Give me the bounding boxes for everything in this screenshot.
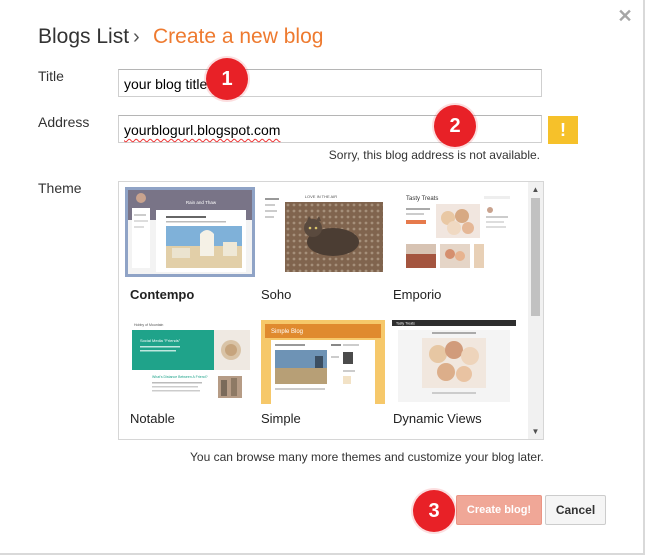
title-input-value: your blog title [124, 76, 208, 92]
simple-preview: Simple Blog [261, 320, 385, 404]
theme-name-simple[interactable]: Simple [261, 411, 301, 426]
contempo-caption: Rain and Thaw [186, 200, 217, 205]
themes-hint: You can browse many more themes and cust… [190, 450, 544, 464]
theme-thumbnail-contempo[interactable]: Rain and Thaw [125, 187, 255, 277]
breadcrumb-blogs-list[interactable]: Blogs List [38, 25, 129, 49]
annotation-marker-3: 3 [413, 490, 455, 532]
dv-title: Tasty Treats [396, 322, 415, 326]
notable-heading: Social Media "Friends" [140, 338, 181, 343]
theme-picker: Rain and Thaw Contempo LOVE IN THE AIR S… [118, 181, 544, 440]
address-error-message: Sorry, this blog address is not availabl… [328, 148, 540, 162]
address-input-value: yourblogurl.blogspot.com [124, 122, 281, 138]
theme-thumbnail-notable[interactable]: Hobby of Mountain Social Media "Friends"… [128, 320, 252, 404]
theme-name-soho[interactable]: Soho [261, 287, 291, 302]
notable-small-title: Hobby of Mountain [134, 323, 163, 327]
emporio-preview: Tasty Treats [392, 190, 516, 274]
theme-name-dynamic-views[interactable]: Dynamic Views [393, 411, 482, 426]
annotation-marker-1: 1 [206, 58, 248, 100]
create-blog-button[interactable]: Create blog! [456, 495, 542, 525]
cancel-button[interactable]: Cancel [545, 495, 606, 525]
title-input[interactable]: your blog title [118, 69, 542, 97]
address-label: Address [38, 114, 90, 130]
theme-name-notable[interactable]: Notable [130, 411, 175, 426]
page-title: Create a new blog [153, 25, 324, 48]
scroll-up-arrow-icon[interactable]: ▲ [528, 182, 543, 197]
theme-thumbnail-simple[interactable]: Simple Blog [261, 320, 385, 404]
address-input[interactable]: yourblogurl.blogspot.com [118, 115, 542, 143]
theme-scrollbar-thumb[interactable] [531, 198, 540, 316]
emporio-title: Tasty Treats [406, 196, 438, 202]
warning-icon: ! [548, 116, 578, 144]
title-label: Title [38, 68, 64, 84]
theme-name-emporio[interactable]: Emporio [393, 287, 441, 302]
simple-title: Simple Blog [271, 329, 303, 335]
notable-article-title: What's Distance Between A Friend? [152, 375, 208, 379]
theme-name-contempo[interactable]: Contempo [130, 287, 194, 302]
soho-preview: LOVE IN THE AIR [261, 190, 385, 274]
theme-thumbnail-dynamic-views[interactable]: Tasty Treats [392, 320, 516, 404]
soho-caption: LOVE IN THE AIR [305, 194, 337, 199]
close-icon[interactable]: ✕ [612, 4, 638, 28]
breadcrumb-separator: › [133, 26, 140, 48]
annotation-marker-2: 2 [434, 105, 476, 147]
theme-thumbnail-soho[interactable]: LOVE IN THE AIR [261, 190, 385, 274]
scroll-down-arrow-icon[interactable]: ▼ [528, 424, 543, 439]
theme-label: Theme [38, 180, 82, 196]
create-blog-dialog: ✕ Blogs List › Create a new blog Title y… [0, 0, 645, 555]
notable-preview: Hobby of Mountain Social Media "Friends"… [128, 320, 252, 404]
theme-thumbnail-emporio[interactable]: Tasty Treats [392, 190, 516, 274]
dynamic-views-preview: Tasty Treats [392, 320, 516, 404]
contempo-preview: Rain and Thaw [128, 190, 252, 274]
